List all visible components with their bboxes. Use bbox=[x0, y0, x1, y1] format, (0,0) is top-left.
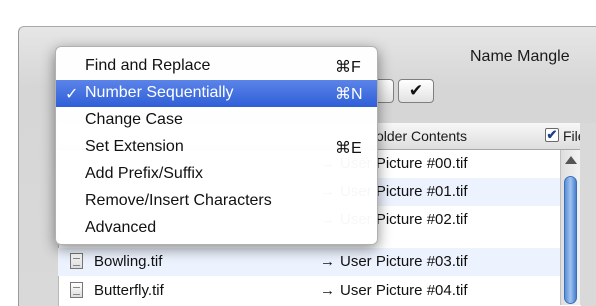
menu-shortcut: ⌘F bbox=[335, 59, 361, 76]
menu-item-label: Remove/Insert Characters bbox=[85, 192, 272, 209]
scroll-thumb[interactable] bbox=[564, 176, 577, 304]
table-row[interactable]: Bowling.tif → User Picture #03.tif bbox=[58, 248, 566, 276]
menu-item-label: Advanced bbox=[85, 219, 157, 236]
new-file-name: User Picture #03.tif bbox=[340, 253, 468, 270]
rename-mode-menu: Find and Replace ⌘F ✓ Number Sequentiall… bbox=[55, 46, 378, 245]
menu-item-remove-insert-characters[interactable]: Remove/Insert Characters bbox=[56, 188, 377, 215]
menu-item-add-prefix-suffix[interactable]: Add Prefix/Suffix bbox=[56, 161, 377, 188]
tif-file-icon bbox=[70, 253, 83, 269]
mode-popup-button[interactable] bbox=[376, 79, 394, 103]
menu-item-label: Set Extension bbox=[85, 138, 184, 155]
menu-item-find-and-replace[interactable]: Find and Replace ⌘F bbox=[56, 53, 377, 80]
menu-shortcut: ⌘N bbox=[335, 86, 363, 103]
scroll-up-arrow-icon[interactable] bbox=[565, 156, 577, 164]
rename-arrow: → bbox=[320, 253, 335, 270]
files-checkbox[interactable]: ✔ bbox=[545, 128, 559, 142]
menu-item-label: Number Sequentially bbox=[85, 84, 234, 101]
rename-arrow: → bbox=[320, 282, 335, 299]
vertical-scrollbar[interactable] bbox=[560, 150, 581, 305]
menu-shortcut: ⌘E bbox=[335, 140, 362, 157]
menu-item-change-case[interactable]: Change Case bbox=[56, 107, 377, 134]
checkmark-icon: ✓ bbox=[65, 86, 79, 103]
folder-contents-header[interactable]: older Contents bbox=[376, 128, 467, 144]
menu-item-number-sequentially[interactable]: ✓ Number Sequentially ⌘N bbox=[56, 80, 377, 107]
window-title: Name Mangle bbox=[470, 48, 570, 65]
menu-item-label: Find and Replace bbox=[85, 57, 211, 74]
menu-item-set-extension[interactable]: Set Extension ⌘E bbox=[56, 134, 377, 161]
file-name: Butterfly.tif bbox=[94, 282, 164, 299]
menu-item-advanced[interactable]: Advanced bbox=[56, 215, 377, 242]
menu-item-label: Change Case bbox=[85, 111, 183, 128]
checkmark-icon: ✔ bbox=[408, 81, 424, 100]
file-name: Bowling.tif bbox=[94, 253, 163, 270]
menu-item-label: Add Prefix/Suffix bbox=[85, 165, 203, 182]
new-file-name: User Picture #04.tif bbox=[340, 282, 468, 299]
window-edge bbox=[580, 123, 596, 305]
table-row[interactable]: Butterfly.tif → User Picture #04.tif bbox=[58, 277, 566, 305]
tif-file-icon bbox=[70, 282, 83, 298]
apply-button[interactable]: ✔ bbox=[398, 79, 434, 103]
